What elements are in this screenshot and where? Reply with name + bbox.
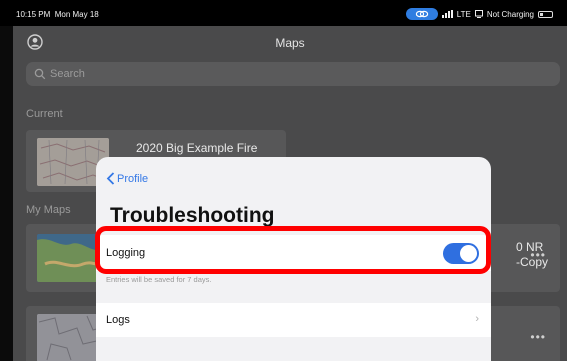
logging-footnote: Entries will be saved for 7 days.	[106, 275, 212, 284]
chevron-right-icon: ›	[475, 313, 479, 325]
status-right: LTE Not Charging	[405, 8, 553, 20]
logs-row[interactable]: Logs ›	[96, 303, 491, 337]
chevron-left-icon	[106, 172, 115, 185]
section-current: Current	[26, 108, 63, 120]
screen-icon	[474, 10, 483, 18]
device-screen: 10:15 PM Mon May 18 LTE Not Charging Map…	[0, 0, 567, 361]
back-label: Profile	[117, 172, 149, 185]
logs-label: Logs	[106, 314, 130, 326]
more-options-icon[interactable]: •••	[530, 248, 546, 262]
section-my-maps: My Maps	[26, 204, 71, 216]
highlight-box	[95, 226, 491, 274]
charging-status: Not Charging	[486, 9, 534, 19]
back-button[interactable]: Profile	[106, 172, 148, 185]
search-icon	[34, 68, 46, 80]
search-input[interactable]: Search	[50, 68, 85, 80]
signal-icon	[441, 10, 453, 18]
more-options-icon[interactable]: •••	[530, 330, 546, 344]
search-bar[interactable]: Search	[26, 62, 560, 86]
current-map-title: 2020 Big Example Fire	[136, 141, 258, 155]
page-title: Troubleshooting	[110, 204, 275, 227]
app-title: Maps	[275, 36, 305, 50]
status-time: 10:15 PM Mon May 18	[16, 10, 99, 19]
hotspot-link-icon	[405, 8, 438, 20]
battery-icon	[538, 10, 553, 18]
network-type: LTE	[456, 9, 471, 19]
status-bar: 10:15 PM Mon May 18 LTE Not Charging	[0, 0, 567, 26]
